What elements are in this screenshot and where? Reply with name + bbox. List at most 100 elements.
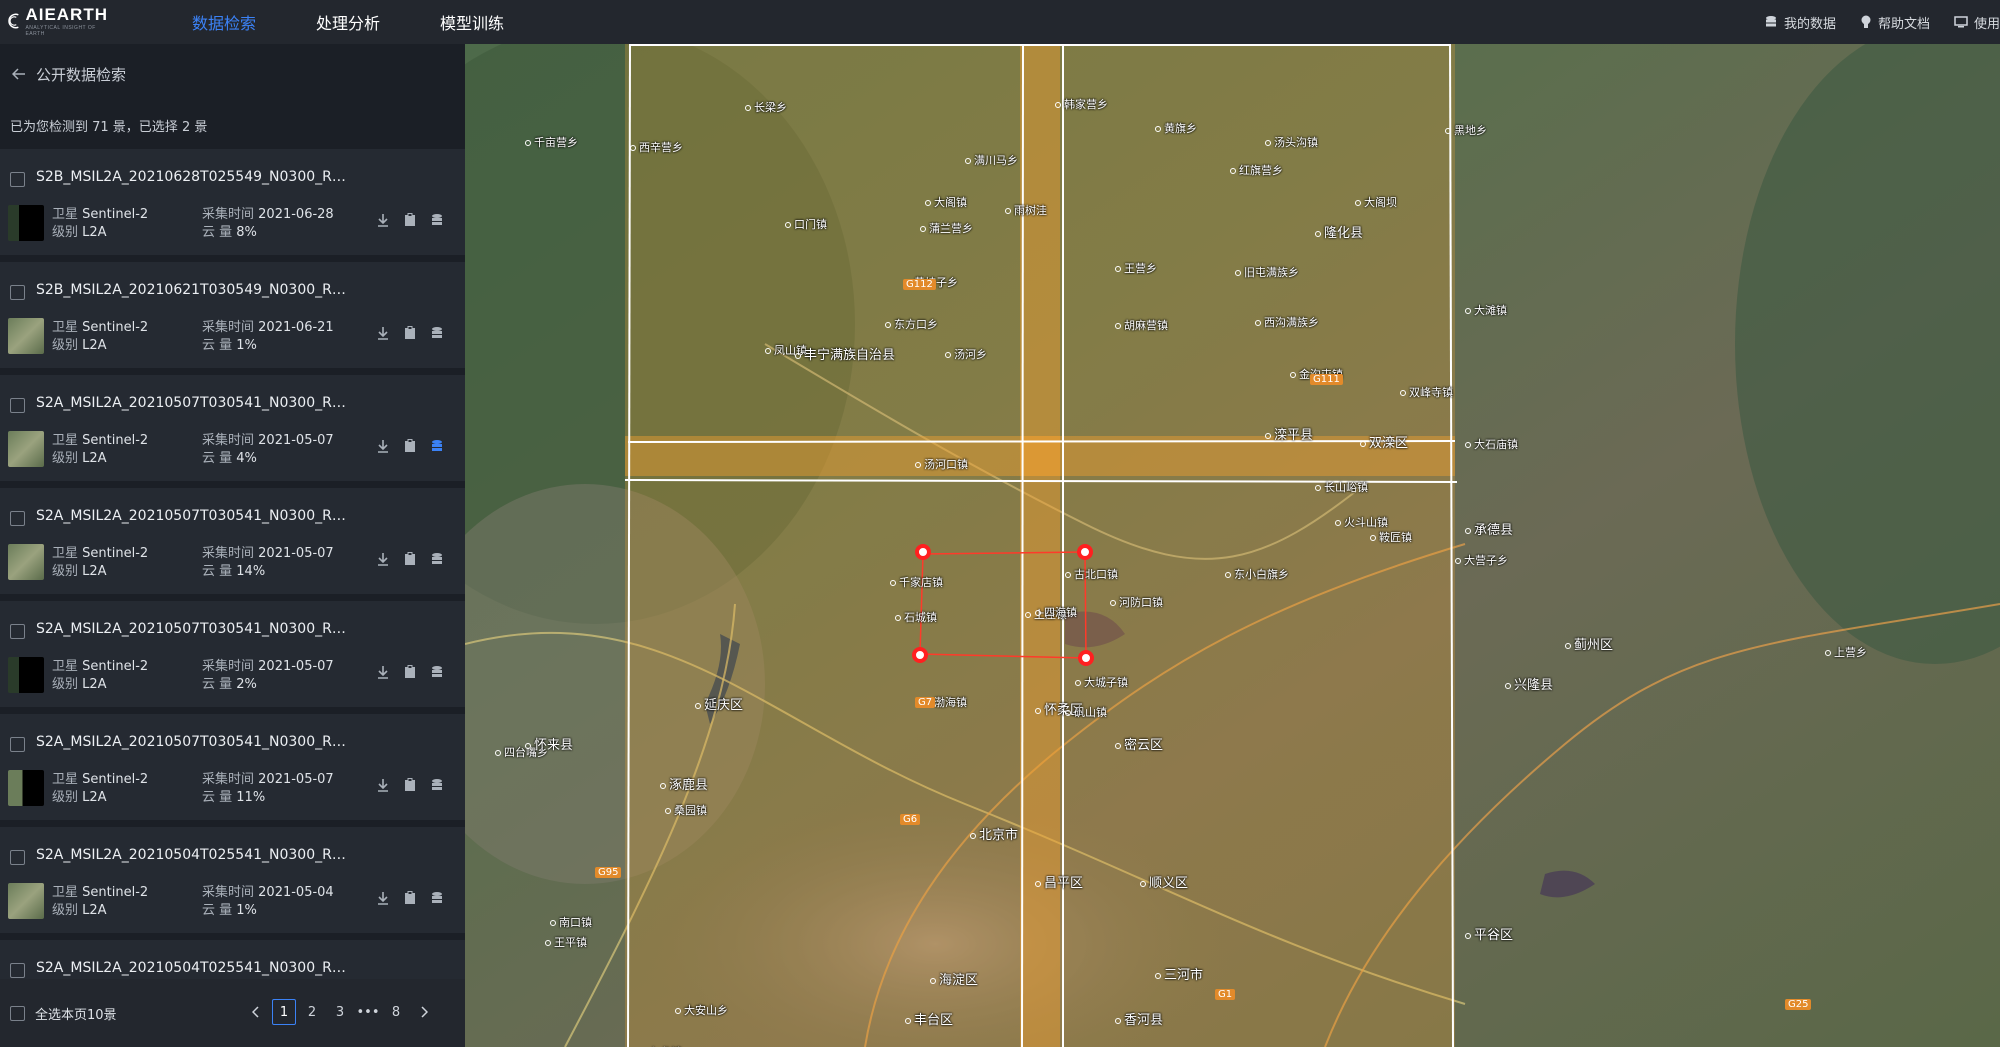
result-checkbox[interactable]	[10, 285, 25, 300]
search-sidebar: 公开数据检索 已为您检测到 71 景，已选择 2 景 S2B_MSIL2A_20…	[0, 44, 465, 1047]
database-icon[interactable]	[430, 439, 444, 453]
result-checkbox[interactable]	[10, 963, 25, 978]
result-title[interactable]: S2B_MSIL2A_20210628T025549_N0300_R032_..…	[36, 169, 352, 185]
result-card[interactable]: S2B_MSIL2A_20210628T025549_N0300_R032_..…	[0, 149, 465, 255]
map-place-label: 千家店镇	[890, 574, 943, 590]
map-place-label: 西辛营乡	[630, 139, 683, 155]
help-docs-link[interactable]: 帮助文档	[1860, 13, 1930, 32]
scene-footprint-overlap[interactable]	[1020, 44, 1060, 1047]
result-title[interactable]: S2A_MSIL2A_20210507T030541_N0300_R075_..…	[36, 621, 352, 637]
result-checkbox[interactable]	[10, 511, 25, 526]
usage-link[interactable]: 使用	[1954, 13, 2000, 32]
result-thumbnail[interactable]	[8, 883, 44, 919]
result-title[interactable]: S2A_MSIL2A_20210507T030541_N0300_R075_..…	[36, 734, 352, 750]
map-place-label: 长山峪镇	[1315, 479, 1368, 495]
satellite-map[interactable]: 长梁乡 西辛营乡 千亩营乡 黄旗乡 韩家营乡 黑地乡 汤头沟镇 满川马乡 大阁镇 红旗营乡 雨树洼口…	[465, 44, 2000, 1047]
nav-model-training[interactable]: 模型训练	[440, 10, 504, 34]
level-label: 级别	[52, 677, 79, 692]
download-icon[interactable]	[376, 778, 390, 792]
select-all-checkbox[interactable]	[10, 1006, 25, 1021]
map-canvas[interactable]	[465, 44, 2000, 1047]
result-title[interactable]: S2A_MSIL2A_20210507T030541_N0300_R075_..…	[36, 508, 352, 524]
top-right-menu: 我的数据 帮助文档 使用	[1740, 0, 2000, 44]
clipboard-icon[interactable]	[404, 778, 416, 792]
nav-processing[interactable]: 处理分析	[316, 10, 380, 34]
download-icon[interactable]	[376, 326, 390, 340]
result-card[interactable]: S2A_MSIL2A_20210507T030541_N0300_R075_..…	[0, 375, 465, 481]
clipboard-icon[interactable]	[404, 665, 416, 679]
result-title[interactable]: S2B_MSIL2A_20210621T030549_N0300_R075_..…	[36, 282, 352, 298]
aoi-vertex-marker[interactable]	[912, 647, 928, 663]
page-1-button[interactable]: 1	[272, 999, 296, 1025]
result-card[interactable]: S2A_MSIL2A_20210507T030541_N0300_R075_..…	[0, 714, 465, 820]
database-icon[interactable]	[430, 213, 444, 227]
clipboard-icon[interactable]	[404, 213, 416, 227]
result-checkbox[interactable]	[10, 737, 25, 752]
aoi-vertex-marker[interactable]	[915, 544, 931, 560]
logo[interactable]: AIEARTH ANALYTICAL INSIGHT OF EARTH	[8, 4, 108, 38]
map-place-label: 火斗山镇	[1335, 514, 1388, 530]
aoi-vertex-marker[interactable]	[1078, 650, 1094, 666]
page-3-button[interactable]: 3	[328, 999, 352, 1025]
back-header[interactable]: 公开数据检索	[0, 44, 465, 104]
clipboard-icon[interactable]	[404, 891, 416, 905]
select-all-label[interactable]: 全选本页10景	[35, 1004, 117, 1023]
result-checkbox[interactable]	[10, 398, 25, 413]
result-list[interactable]: S2B_MSIL2A_20210628T025549_N0300_R032_..…	[0, 149, 465, 979]
result-thumbnail[interactable]	[8, 544, 44, 580]
help-docs-label: 帮助文档	[1877, 16, 1930, 32]
map-place-label: 大城子镇	[1075, 674, 1128, 690]
clipboard-icon[interactable]	[404, 326, 416, 340]
result-thumbnail[interactable]	[8, 431, 44, 467]
database-icon[interactable]	[430, 326, 444, 340]
clipboard-icon[interactable]	[404, 439, 416, 453]
database-icon[interactable]	[430, 891, 444, 905]
page-ellipsis[interactable]: •••	[356, 999, 380, 1025]
result-thumbnail[interactable]	[8, 318, 44, 354]
prev-page-button[interactable]	[244, 999, 268, 1025]
result-thumbnail[interactable]	[8, 770, 44, 806]
satellite-field: 卫星 Sentinel-2	[52, 316, 148, 335]
result-title[interactable]: S2A_MSIL2A_20210507T030541_N0300_R075_..…	[36, 395, 352, 411]
download-icon[interactable]	[376, 213, 390, 227]
result-checkbox[interactable]	[10, 624, 25, 639]
map-place-label: 密云区	[1115, 734, 1163, 753]
download-icon[interactable]	[376, 439, 390, 453]
result-thumbnail[interactable]	[8, 657, 44, 693]
result-thumbnail[interactable]	[8, 205, 44, 241]
aoi-vertex-marker[interactable]	[1077, 544, 1093, 560]
page-8-button[interactable]: 8	[384, 999, 408, 1025]
result-card[interactable]: S2A_MSIL2A_20210507T030541_N0300_R075_..…	[0, 488, 465, 594]
level-value: L2A	[82, 677, 107, 692]
arrow-left-icon[interactable]	[12, 68, 26, 80]
download-icon[interactable]	[376, 891, 390, 905]
cloud-value: 2%	[236, 677, 257, 692]
map-place-label: 黑地乡	[1445, 122, 1487, 138]
my-data-link[interactable]: 我的数据	[1764, 13, 1836, 32]
database-icon[interactable]	[430, 778, 444, 792]
page-2-button[interactable]: 2	[300, 999, 324, 1025]
satellite-value: Sentinel-2	[82, 433, 149, 448]
time-field: 采集时间 2021-05-07	[202, 542, 334, 561]
map-place-label: 南口镇	[550, 914, 592, 930]
result-title[interactable]: S2A_MSIL2A_20210504T025541_N0300_R032_..…	[36, 847, 352, 863]
level-value: L2A	[82, 451, 107, 466]
result-checkbox[interactable]	[10, 172, 25, 187]
result-card[interactable]: S2A_MSIL2A_20210507T030541_N0300_R075_..…	[0, 601, 465, 707]
download-icon[interactable]	[376, 665, 390, 679]
next-page-button[interactable]	[412, 999, 436, 1025]
result-card[interactable]: S2B_MSIL2A_20210621T030549_N0300_R075_..…	[0, 262, 465, 368]
satellite-field: 卫星 Sentinel-2	[52, 655, 148, 674]
download-icon[interactable]	[376, 552, 390, 566]
database-icon[interactable]	[430, 665, 444, 679]
result-title[interactable]: S2A_MSIL2A_20210504T025541_N0300_R032_..…	[36, 960, 352, 976]
result-checkbox[interactable]	[10, 850, 25, 865]
cloud-field: 云 量 11%	[202, 786, 265, 805]
result-card[interactable]: S2A_MSIL2A_20210504T025541_N0300_R032_..…	[0, 827, 465, 933]
time-value: 2021-05-04	[258, 885, 334, 900]
nav-data-search[interactable]: 数据检索	[192, 10, 256, 34]
time-label: 采集时间	[202, 207, 255, 222]
clipboard-icon[interactable]	[404, 552, 416, 566]
result-card[interactable]: S2A_MSIL2A_20210504T025541_N0300_R032_..…	[0, 940, 465, 979]
database-icon[interactable]	[430, 552, 444, 566]
